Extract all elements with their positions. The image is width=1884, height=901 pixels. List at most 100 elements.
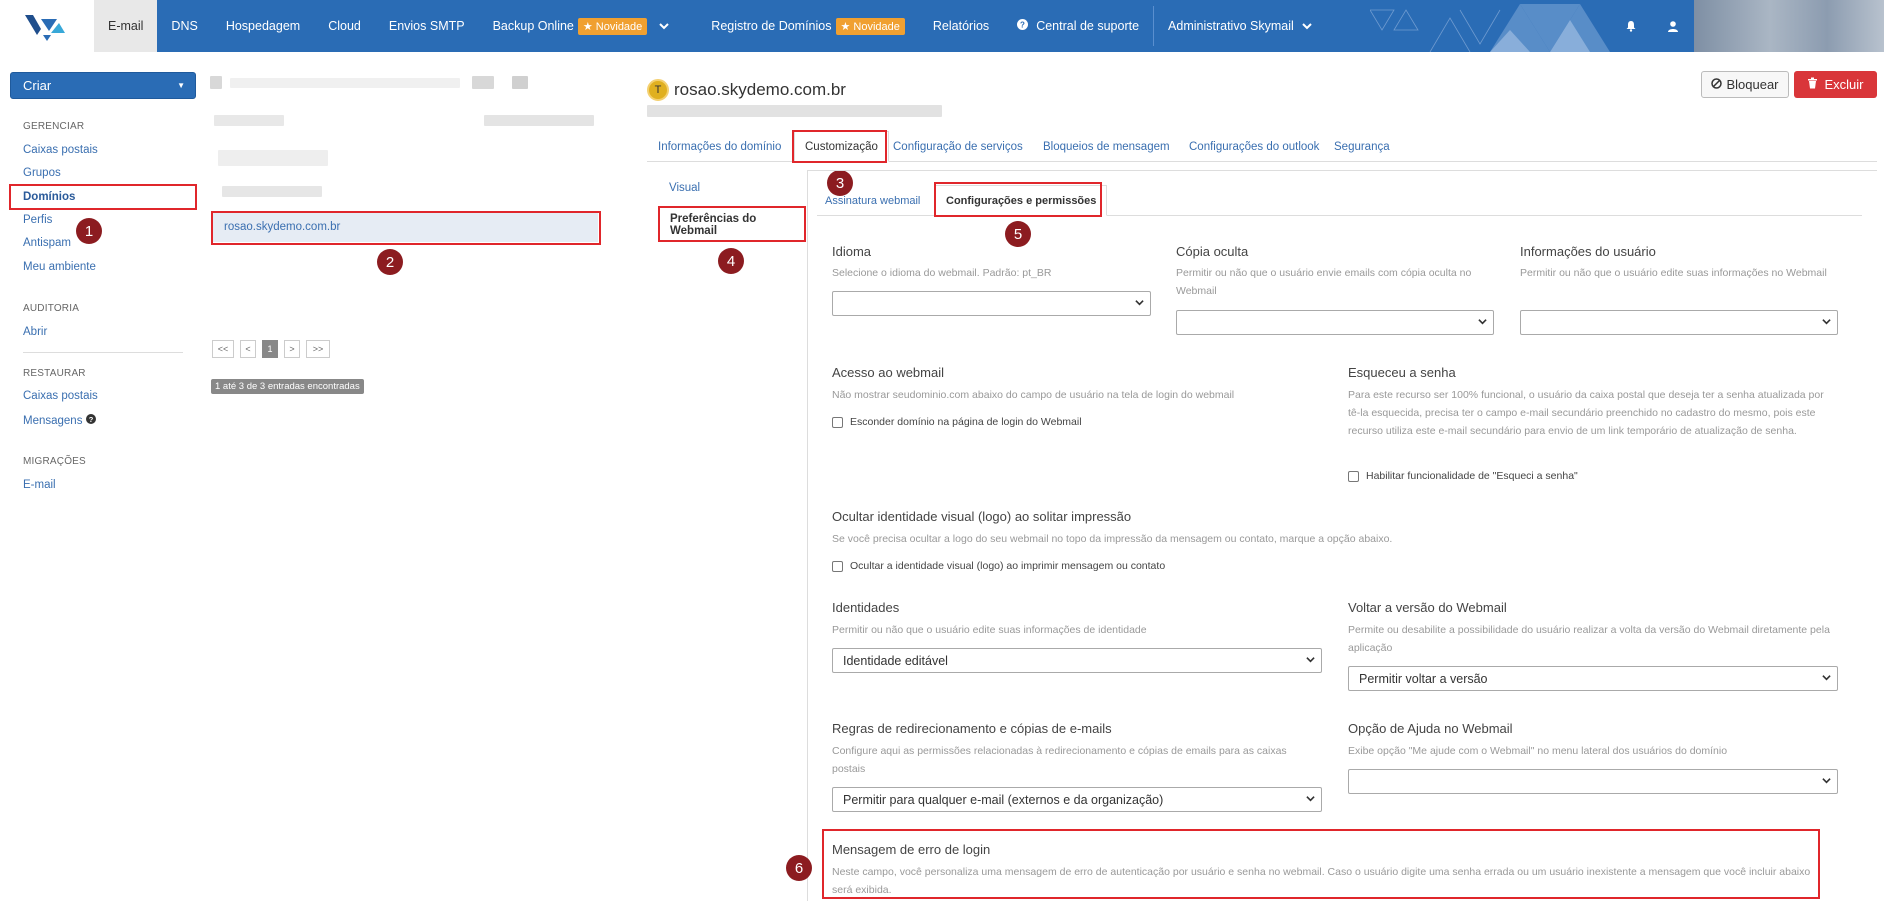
help-circle-icon: ?	[1017, 19, 1029, 33]
block-button[interactable]: Bloquear	[1701, 71, 1789, 98]
nav-backup-online[interactable]: Backup Online ★ Novidade	[479, 0, 684, 52]
bell-icon[interactable]	[1610, 0, 1652, 52]
esqueci-senha-checkbox[interactable]: Habilitar funcionalidade de "Esqueci a s…	[1348, 470, 1578, 482]
voltar-versao-select[interactable]: Permitir voltar a versão	[1348, 666, 1838, 691]
pager-first[interactable]: <<	[212, 340, 234, 358]
create-button-label: Criar	[23, 78, 52, 93]
nav-email[interactable]: E-mail	[94, 0, 158, 52]
blurred-entry	[218, 150, 328, 166]
checkbox-icon[interactable]	[1348, 470, 1359, 482]
tab-informacoes-dominio[interactable]: Informações do domínio	[658, 131, 781, 162]
highlight-configuracoes	[934, 182, 1102, 217]
regras-redirecionamento-select[interactable]: Permitir para qualquer e-mail (externos …	[832, 787, 1322, 812]
identidades-select[interactable]: Identidade editável	[832, 648, 1322, 673]
novidade-badge: ★ Novidade	[835, 17, 905, 35]
blurred-entry	[484, 115, 594, 126]
logo[interactable]	[0, 0, 94, 52]
chevron-down-icon	[1822, 778, 1831, 784]
nav-administrativo[interactable]: Administrativo Skymail	[1154, 0, 1326, 52]
tab-configuracao-servicos[interactable]: Configuração de serviços	[893, 131, 1023, 162]
copia-oculta-title: Cópia oculta	[1176, 244, 1249, 259]
sidebar-item-abrir[interactable]: Abrir	[23, 326, 47, 338]
idioma-desc: Selecione o idioma do webmail. Padrão: p…	[832, 267, 1052, 279]
trash-icon	[1807, 77, 1818, 92]
step-marker-2: 2	[377, 249, 403, 275]
copia-oculta-select[interactable]	[1176, 310, 1494, 335]
checkbox-icon[interactable]	[832, 560, 843, 572]
esconder-dominio-label: Esconder domínio na página de login do W…	[850, 416, 1082, 428]
regras-redirecionamento-desc: Configure aqui as permissões relacionada…	[832, 745, 1287, 775]
pager-current[interactable]: 1	[262, 340, 278, 358]
nav-registro-dominios[interactable]: Registro de Domínios ★ Novidade	[697, 0, 919, 52]
sidebar-item-grupos[interactable]: Grupos	[23, 167, 61, 179]
pager-next[interactable]: >	[284, 340, 300, 358]
chevron-down-icon	[1478, 319, 1487, 325]
esqueceu-senha-desc: Para este recurso ser 100% funcional, o …	[1348, 389, 1824, 437]
acesso-webmail-title: Acesso ao webmail	[832, 365, 944, 380]
svg-text:?: ?	[1020, 21, 1025, 30]
blurred-entry	[222, 186, 322, 197]
sidebar-item-email[interactable]: E-mail	[23, 479, 56, 491]
tab-bloqueios-mensagem[interactable]: Bloqueios de mensagem	[1043, 131, 1170, 162]
chevron-down-icon	[1302, 19, 1312, 33]
sidebar-item-meu-ambiente[interactable]: Meu ambiente	[23, 261, 96, 273]
voltar-versao-desc: Permite ou desabilite a possibilidade do…	[1348, 624, 1830, 654]
subtab-assinatura-webmail[interactable]: Assinatura webmail	[825, 185, 920, 216]
top-navbar: E-mail DNS Hospedagem Cloud Envios SMTP …	[0, 0, 1884, 52]
sidebar-item-restaurar-caixas[interactable]: Caixas postais	[23, 390, 98, 402]
create-button[interactable]: Criar ▼	[10, 72, 196, 99]
step-marker-1: 1	[76, 218, 102, 244]
info-usuario-select[interactable]	[1520, 310, 1838, 335]
pager-last[interactable]: >>	[306, 340, 330, 358]
domain-header: T rosao.skydemo.com.br	[647, 79, 846, 101]
sidebar-item-perfis[interactable]: Perfis	[23, 214, 52, 226]
ocultar-logo-desc: Se você precisa ocultar a logo do seu we…	[832, 533, 1393, 545]
vnav-visual[interactable]: Visual	[669, 182, 700, 194]
sidebar-item-caixas-postais[interactable]: Caixas postais	[23, 144, 98, 156]
sidebar-item-antispam[interactable]: Antispam	[23, 237, 71, 249]
section-restaurar: RESTAURAR	[23, 368, 86, 379]
identidades-select-value: Identidade editável	[843, 653, 948, 668]
blurred-subtitle	[647, 105, 942, 117]
nav-right	[1370, 0, 1884, 52]
nav-relatorios[interactable]: Relatórios	[919, 0, 1003, 52]
ocultar-logo-checkbox[interactable]: Ocultar a identidade visual (logo) ao im…	[832, 560, 1165, 572]
domain-title: rosao.skydemo.com.br	[674, 80, 846, 99]
step-marker-4: 4	[718, 248, 744, 274]
highlight-selected-domain	[211, 211, 601, 245]
triangle-pattern-decoration	[1370, 4, 1610, 52]
checkbox-icon[interactable]	[832, 416, 843, 428]
nav-cloud[interactable]: Cloud	[314, 0, 375, 52]
ocultar-logo-label: Ocultar a identidade visual (logo) ao im…	[850, 560, 1166, 572]
highlight-erro-login	[822, 829, 1820, 899]
tab-configuracoes-outlook[interactable]: Configurações do outlook	[1189, 131, 1319, 162]
identidades-desc: Permitir ou não que o usuário edite suas…	[832, 624, 1147, 636]
nav-envios-smtp[interactable]: Envios SMTP	[375, 0, 479, 52]
block-button-label: Bloquear	[1726, 77, 1779, 92]
delete-button[interactable]: Excluir	[1794, 71, 1877, 98]
ajuda-webmail-select[interactable]	[1348, 769, 1838, 794]
voltar-versao-title: Voltar a versão do Webmail	[1348, 600, 1507, 615]
nav-central-label: Central de suporte	[1036, 19, 1140, 33]
delete-button-label: Excluir	[1824, 77, 1864, 92]
nav-dns[interactable]: DNS	[157, 0, 211, 52]
user-icon[interactable]	[1652, 0, 1694, 52]
domain-status-icon: T	[647, 79, 669, 101]
sidebar-item-mensagens[interactable]: Mensagens ?	[23, 414, 97, 427]
user-profile-blurred[interactable]	[1694, 0, 1884, 52]
nav-central-suporte[interactable]: ? Central de suporte	[1003, 0, 1153, 52]
svg-text:?: ?	[89, 415, 94, 424]
idioma-select[interactable]	[832, 291, 1151, 316]
chevron-down-icon	[1822, 675, 1831, 681]
blurred-entry	[230, 78, 460, 88]
esconder-dominio-checkbox[interactable]: Esconder domínio na página de login do W…	[832, 416, 1082, 428]
identidades-title: Identidades	[832, 600, 900, 615]
chevron-down-icon	[1135, 300, 1144, 306]
tab-seguranca[interactable]: Segurança	[1334, 131, 1390, 162]
esqueceu-senha-title: Esqueceu a senha	[1348, 365, 1456, 380]
chevron-down-icon[interactable]	[659, 19, 670, 33]
pager-prev[interactable]: <	[240, 340, 256, 358]
chevron-down-icon	[1306, 657, 1315, 663]
nav-hospedagem[interactable]: Hospedagem	[212, 0, 314, 52]
regras-redirecionamento-select-value: Permitir para qualquer e-mail (externos …	[843, 792, 1164, 807]
